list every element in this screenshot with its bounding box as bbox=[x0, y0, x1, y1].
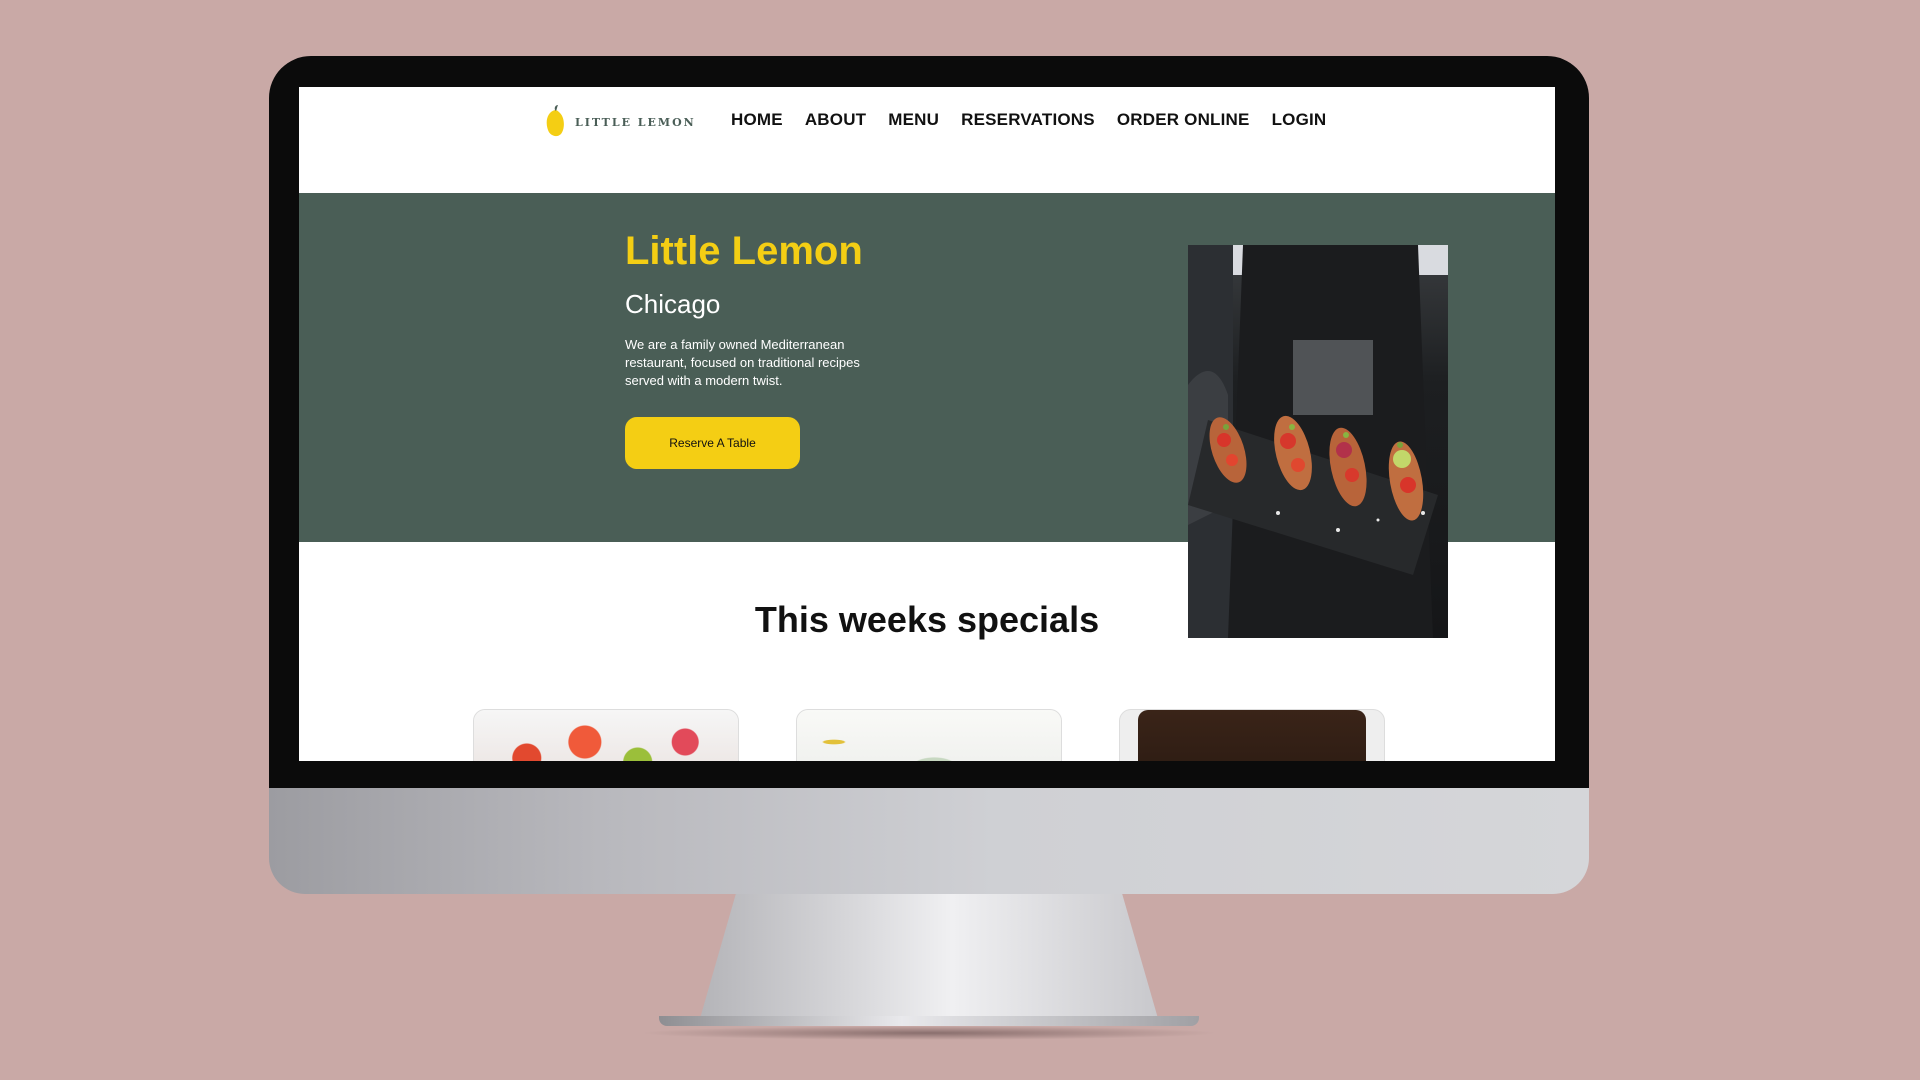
hero-food-image bbox=[1188, 245, 1448, 638]
site-header: LITTLE LEMON HOME ABOUT MENU RESERVATION… bbox=[299, 87, 1555, 193]
reserve-table-button[interactable]: Reserve A Table bbox=[625, 417, 800, 469]
nav-reservations[interactable]: RESERVATIONS bbox=[961, 110, 1095, 130]
greek-salad-photo-icon bbox=[474, 710, 738, 761]
special-card-lemon-dessert[interactable] bbox=[1119, 709, 1385, 761]
special-card-greek-salad[interactable] bbox=[473, 709, 739, 761]
stand-shadow bbox=[639, 1026, 1219, 1040]
hero-description: We are a family owned Mediterranean rest… bbox=[625, 337, 860, 388]
bruschetta-photo-icon bbox=[797, 710, 1061, 761]
food-photo-icon bbox=[1188, 245, 1448, 638]
nav-login[interactable]: LOGIN bbox=[1272, 110, 1327, 130]
logo[interactable]: LITTLE LEMON bbox=[543, 103, 696, 141]
nav-home[interactable]: HOME bbox=[731, 110, 783, 130]
monitor-chin bbox=[269, 788, 1589, 894]
nav-menu[interactable]: MENU bbox=[888, 110, 939, 130]
monitor-mockup: LITTLE LEMON HOME ABOUT MENU RESERVATION… bbox=[269, 56, 1589, 1040]
website-screen: LITTLE LEMON HOME ABOUT MENU RESERVATION… bbox=[299, 87, 1555, 761]
hero-title: Little Lemon bbox=[625, 229, 863, 273]
logo-text: LITTLE LEMON bbox=[575, 115, 696, 129]
stand-neck bbox=[699, 894, 1159, 1022]
special-card-bruschetta[interactable] bbox=[796, 709, 1062, 761]
nav-about[interactable]: ABOUT bbox=[805, 110, 866, 130]
nav-order-online[interactable]: ORDER ONLINE bbox=[1117, 110, 1250, 130]
stand-foot bbox=[659, 1016, 1199, 1026]
monitor-stand bbox=[639, 894, 1219, 1040]
main-nav: HOME ABOUT MENU RESERVATIONS ORDER ONLIN… bbox=[731, 110, 1326, 130]
lemon-dessert-photo-icon bbox=[1138, 710, 1366, 761]
lemon-icon bbox=[546, 105, 564, 137]
hero-subtitle: Chicago bbox=[625, 289, 721, 319]
monitor-bezel: LITTLE LEMON HOME ABOUT MENU RESERVATION… bbox=[269, 56, 1589, 788]
